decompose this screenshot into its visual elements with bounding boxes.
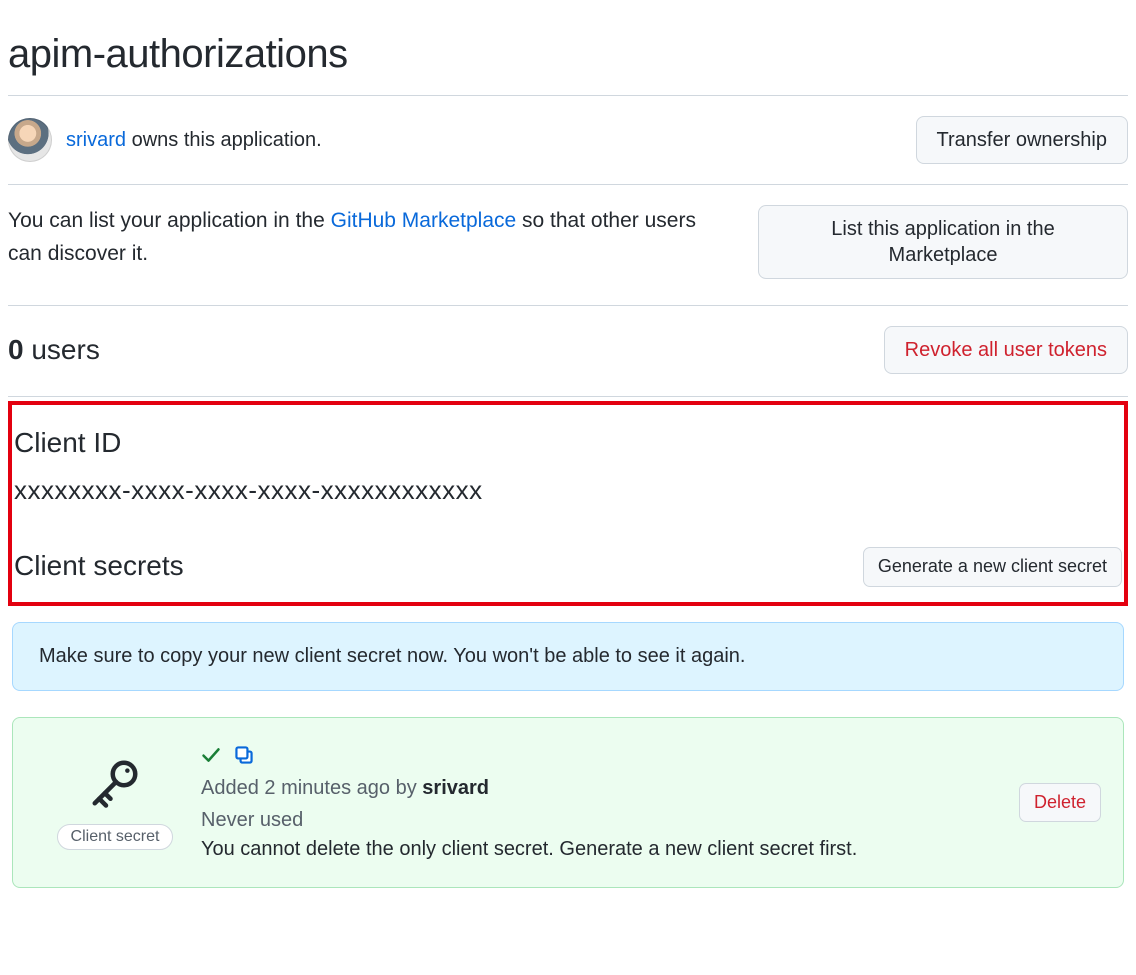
marketplace-text: You can list your application in the Git… <box>8 205 728 270</box>
marketplace-link[interactable]: GitHub Marketplace <box>331 209 517 232</box>
transfer-ownership-button[interactable]: Transfer ownership <box>916 116 1128 164</box>
secret-left: Client secret <box>35 756 195 850</box>
delete-secret-button[interactable]: Delete <box>1019 783 1101 822</box>
owner-link[interactable]: srivard <box>66 129 126 151</box>
client-id-heading: Client ID <box>14 427 1122 459</box>
list-in-marketplace-button[interactable]: List this application in the Marketplace <box>758 205 1128 279</box>
marketplace-prefix: You can list your application in the <box>8 209 331 232</box>
users-count-label: users <box>24 334 100 365</box>
added-prefix: Added <box>201 777 264 799</box>
added-by-prefix: by <box>390 777 422 799</box>
secret-never-used: Never used <box>201 804 1013 836</box>
avatar[interactable] <box>8 118 52 162</box>
secret-added-line: Added 2 minutes ago by srivard <box>201 772 1013 804</box>
copy-icon[interactable] <box>233 744 255 766</box>
users-row: 0 users Revoke all user tokens <box>8 306 1128 396</box>
generate-client-secret-button[interactable]: Generate a new client secret <box>863 547 1122 586</box>
client-secrets-header: Client secrets Generate a new client sec… <box>14 546 1122 588</box>
client-secret-pill: Client secret <box>57 824 174 850</box>
secret-icons <box>201 744 1013 766</box>
client-secrets-heading: Client secrets <box>14 550 184 582</box>
revoke-all-tokens-button[interactable]: Revoke all user tokens <box>884 326 1128 374</box>
secret-details: Added 2 minutes ago by srivard Never use… <box>201 744 1013 861</box>
added-when: 2 minutes ago <box>264 777 390 799</box>
users-count: 0 users <box>8 334 100 366</box>
added-by-user: srivard <box>422 777 489 799</box>
owner-row: srivard owns this application. Transfer … <box>8 96 1128 184</box>
page-title: apim-authorizations <box>8 32 1128 77</box>
secret-actions: Delete <box>1019 783 1101 822</box>
highlight-box: Client ID xxxxxxxx-xxxx-xxxx-xxxx-xxxxxx… <box>8 401 1128 606</box>
flash-copy-secret: Make sure to copy your new client secret… <box>12 622 1124 691</box>
key-icon <box>88 756 142 810</box>
users-count-number: 0 <box>8 334 24 365</box>
divider <box>8 396 1128 397</box>
owner-text: srivard owns this application. <box>66 129 322 152</box>
marketplace-row: You can list your application in the Git… <box>8 185 1128 305</box>
secret-cannot-delete: You cannot delete the only client secret… <box>201 838 1013 861</box>
owner-info: srivard owns this application. <box>8 118 322 162</box>
check-icon <box>201 745 221 765</box>
client-id-value: xxxxxxxx-xxxx-xxxx-xxxx-xxxxxxxxxxxx <box>14 475 1122 506</box>
client-secret-entry: Client secret Added 2 minutes ago by sri… <box>12 717 1124 888</box>
owner-suffix: owns this application. <box>126 129 322 151</box>
